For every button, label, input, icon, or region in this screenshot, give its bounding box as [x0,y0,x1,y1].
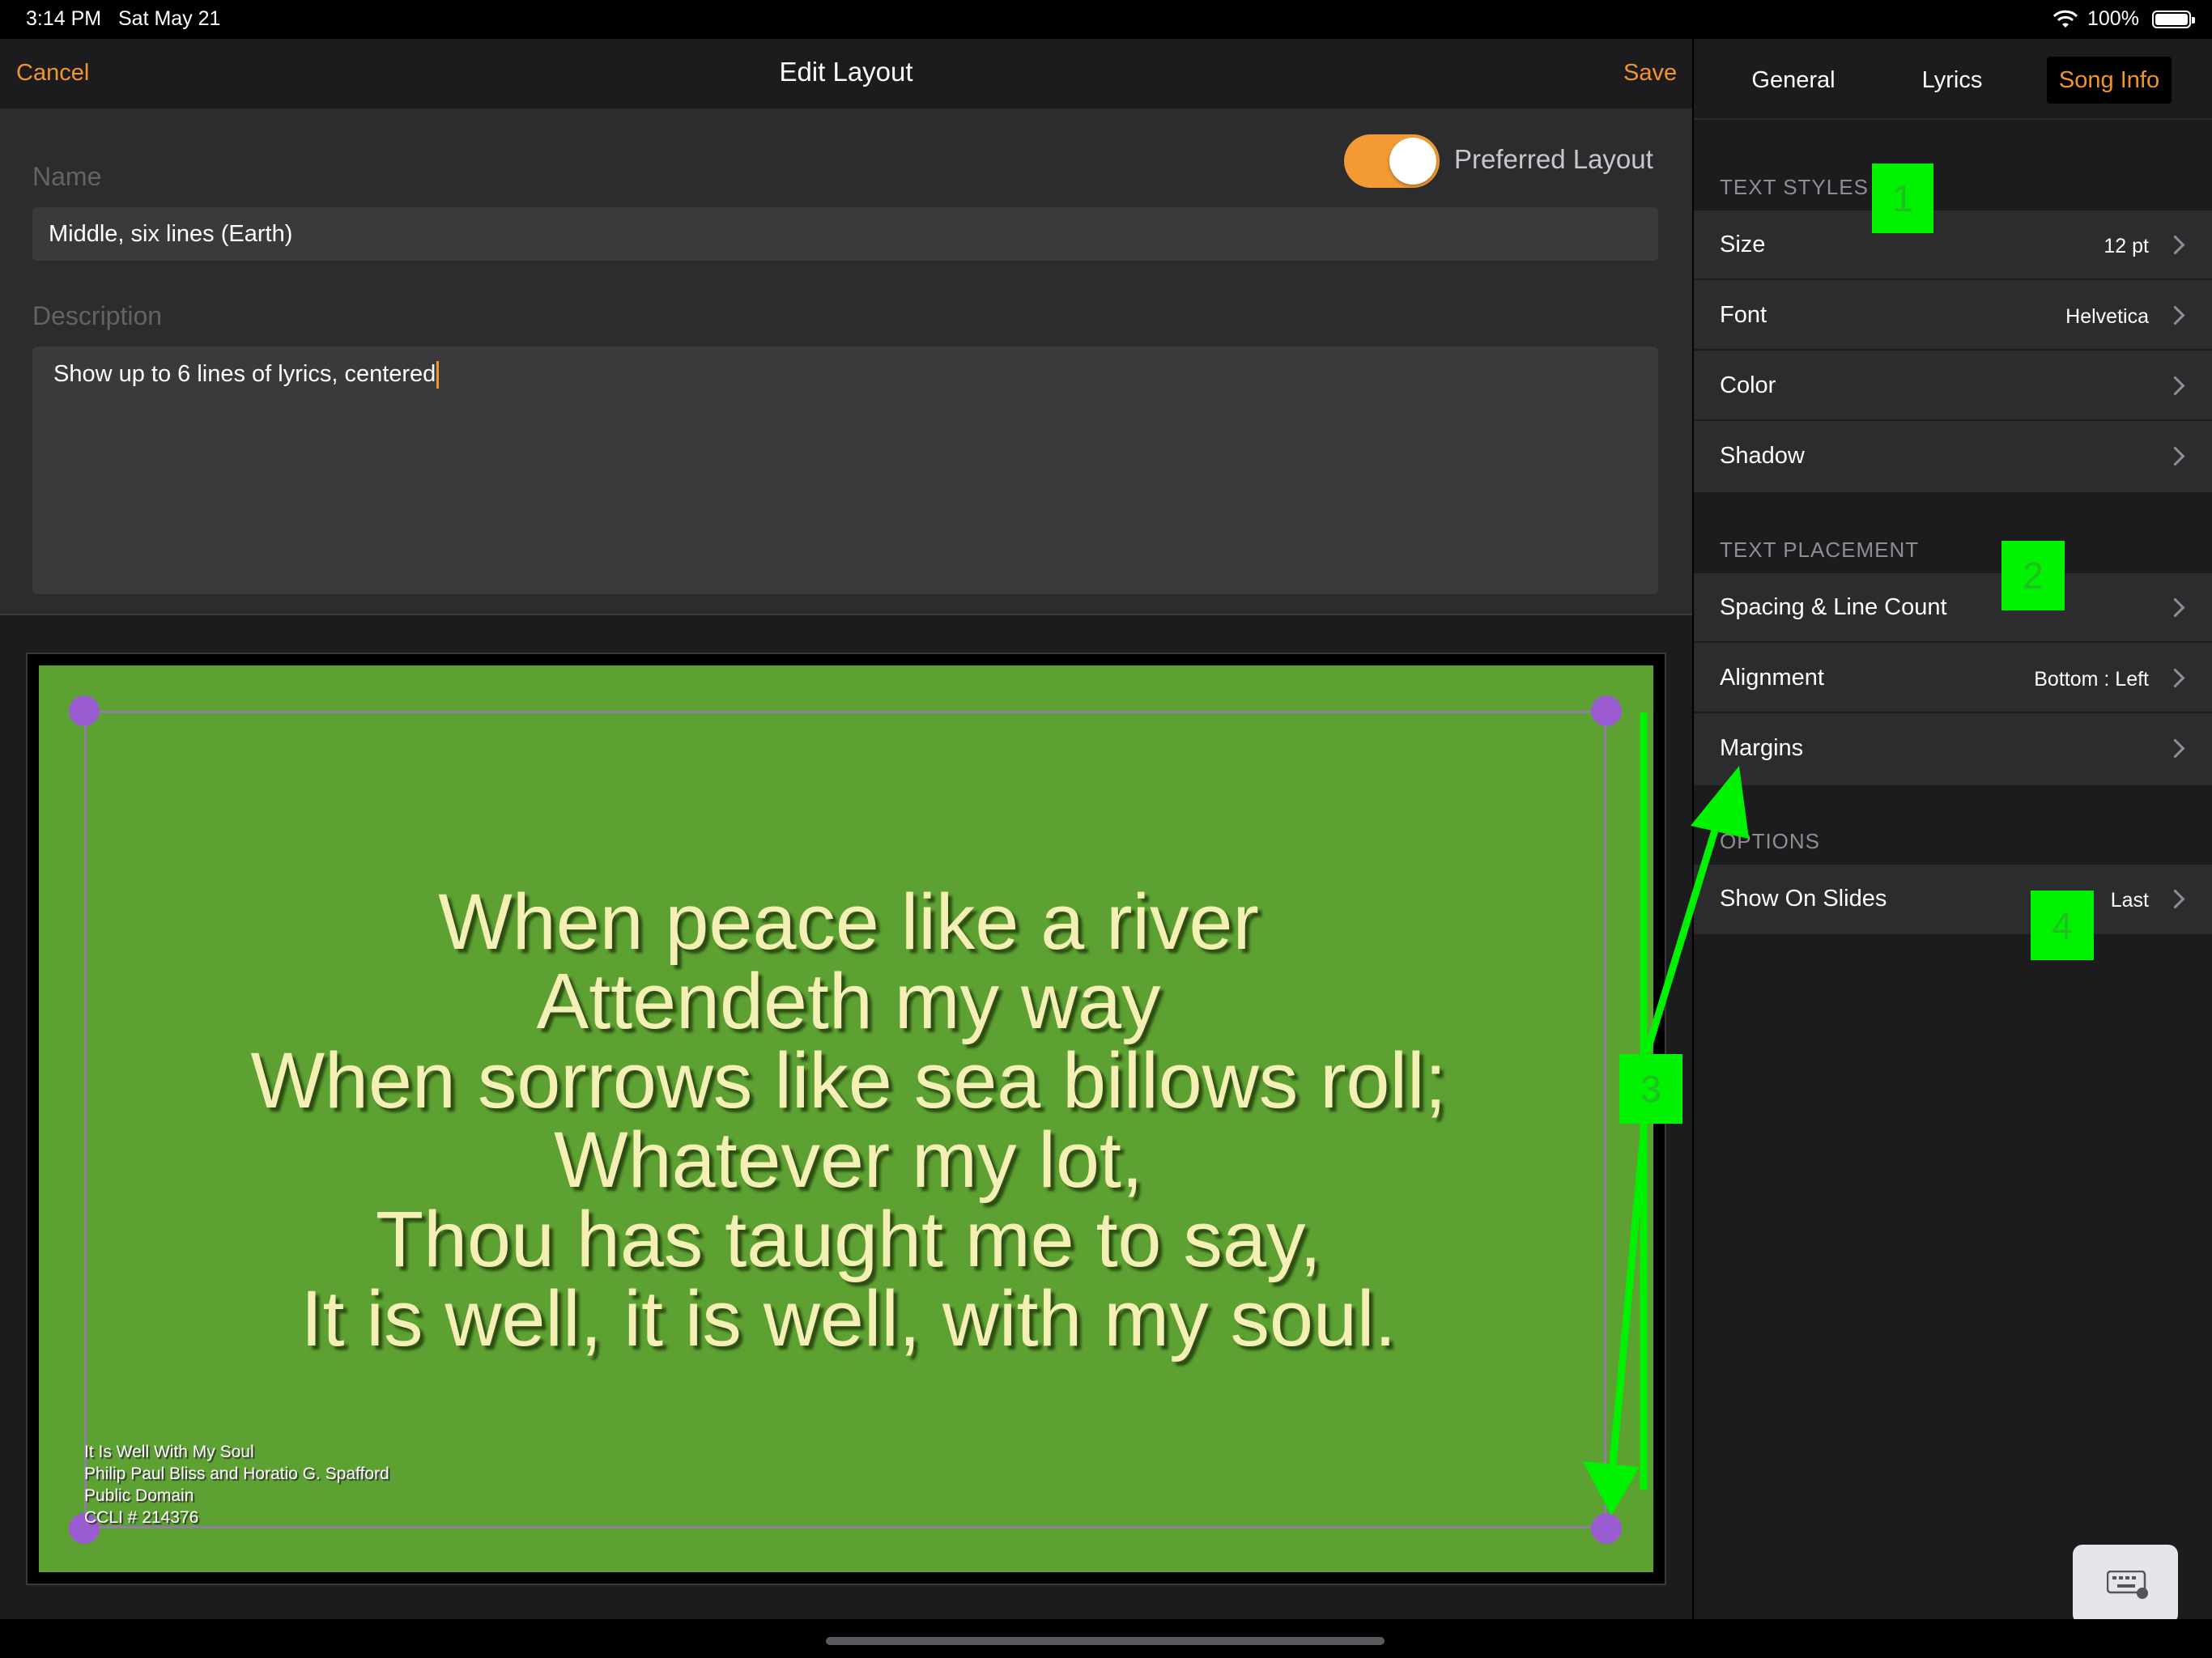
keyboard-toggle-button[interactable] [2073,1545,2178,1624]
lyric-line: Whatever my lot, [554,1116,1143,1204]
row-value: Bottom : Left [2034,668,2149,691]
lyric-line: When sorrows like sea billows roll; [250,1036,1447,1124]
battery-full-icon [2152,11,2195,28]
status-time: 3:14 PM [26,7,102,30]
row-show-on-slides[interactable]: Show On Slides Last [1694,865,2212,934]
chevron-right-icon [2165,443,2188,467]
lyrics-block: When peace like a river Attendeth my way… [39,882,1658,1358]
chevron-right-icon [2165,302,2188,326]
row-label: Margins [1720,735,1804,761]
song-credits: It Is Well With My Soul Philip Paul Blis… [84,1441,389,1528]
margin-handle-top-right[interactable] [1591,695,1622,726]
credit-ccli: CCLI # 214376 [84,1508,199,1527]
lyric-line: When peace like a river [438,878,1259,966]
description-value: Show up to 6 lines of lyrics, centered [53,361,436,387]
keyboard-icon [2107,1571,2148,1599]
credit-copyright: Public Domain [84,1486,194,1505]
row-font[interactable]: Font Helvetica [1694,281,2212,351]
row-label: Show On Slides [1720,886,1887,912]
lyric-line: Thou has taught me to say, [375,1195,1322,1283]
chevron-right-icon [2165,886,2188,910]
row-alignment[interactable]: Alignment Bottom : Left [1694,644,2212,713]
row-label: Color [1720,372,1776,398]
row-size[interactable]: Size 12 pt [1694,210,2212,280]
margin-handle-bottom-right[interactable] [1591,1513,1622,1544]
tab-lyrics[interactable]: Lyrics [1883,57,2021,104]
status-date: Sat May 21 [118,7,221,30]
annotation-badge: 3 [1619,1054,1682,1124]
section-options: OPTIONS [1720,829,1821,853]
text-caret [436,361,440,389]
wifi-icon [2053,10,2078,28]
preferred-layout-toggle[interactable] [1344,134,1440,188]
credit-title: It Is Well With My Soul [84,1443,254,1461]
save-button[interactable]: Save [1623,60,1677,87]
chevron-right-icon [2165,735,2188,759]
name-value: Middle, six lines (Earth) [49,221,293,247]
lyric-line: It is well, it is well, with my soul. [300,1274,1397,1363]
credit-authors: Philip Paul Bliss and Horatio G. Spaffor… [84,1465,389,1483]
annotation-badge: 4 [2031,891,2094,960]
annotation-badge: 2 [2001,541,2065,610]
row-color[interactable]: Color [1694,351,2212,421]
row-shadow[interactable]: Shadow [1694,422,2212,491]
row-value: Helvetica [2065,305,2149,328]
chevron-right-icon [2165,665,2188,689]
battery-percent: 100% [2087,7,2139,30]
row-spacing-line-count[interactable]: Spacing & Line Count [1694,573,2212,643]
lyric-line: Attendeth my way [536,957,1161,1045]
toggle-knob [1389,138,1436,185]
row-value: 12 pt [2104,235,2149,257]
description-label: Description [32,301,163,330]
row-label: Spacing & Line Count [1720,594,1947,620]
row-label: Size [1720,232,1766,257]
page-title: Edit Layout [779,57,913,87]
preferred-layout-label: Preferred Layout [1454,144,1653,174]
home-indicator[interactable] [826,1637,1385,1645]
row-label: Font [1720,302,1767,328]
name-label: Name [32,162,102,191]
section-text-styles: TEXT STYLES [1720,175,1869,199]
status-bar: 3:14 PM Sat May 21 100% [0,0,2212,39]
section-text-placement: TEXT PLACEMENT [1720,538,1920,562]
margin-handle-top-left[interactable] [69,695,100,726]
tab-song-info[interactable]: Song Info [2047,57,2172,104]
row-label: Shadow [1720,443,1805,469]
description-field[interactable]: Show up to 6 lines of lyrics, centered [32,346,1658,594]
chevron-right-icon [2165,232,2188,256]
row-margins[interactable]: Margins [1694,714,2212,784]
chevron-right-icon [2165,372,2188,397]
tab-general[interactable]: General [1725,57,1862,104]
row-value: Last [2110,889,2149,912]
name-field[interactable]: Middle, six lines (Earth) [32,207,1658,261]
row-label: Alignment [1720,665,1824,691]
chevron-right-icon [2165,594,2188,619]
divider [0,614,1692,615]
annotation-badge: 1 [1872,164,1933,233]
